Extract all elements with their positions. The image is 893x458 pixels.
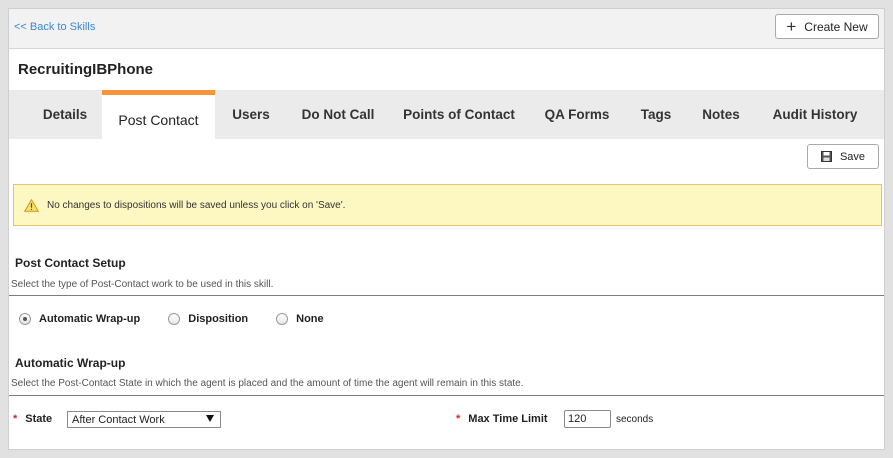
- max-time-input[interactable]: [564, 410, 611, 428]
- radio-button[interactable]: [276, 313, 289, 325]
- state-label: State: [25, 413, 53, 425]
- divider: [9, 295, 884, 296]
- warning-triangle-icon: [24, 198, 39, 212]
- radio-label: Disposition: [188, 313, 249, 325]
- tab-bar: Details Post Contact Users Do Not Call P…: [9, 90, 884, 141]
- tab-qa-forms[interactable]: QA Forms: [537, 90, 617, 139]
- plus-icon: +: [786, 17, 797, 36]
- radio-button[interactable]: [168, 313, 181, 325]
- create-new-button[interactable]: + Create New: [775, 14, 879, 39]
- max-time-field-label: * Max Time Limit: [456, 413, 548, 425]
- save-button[interactable]: Save: [807, 144, 879, 169]
- skill-editor-panel: << Back to Skills + Create New Recruitin…: [8, 8, 885, 450]
- tab-tags[interactable]: Tags: [631, 90, 681, 139]
- max-time-label: Max Time Limit: [468, 413, 548, 425]
- top-bar: << Back to Skills + Create New: [9, 9, 884, 49]
- tab-do-not-call[interactable]: Do Not Call: [291, 90, 385, 139]
- tab-post-contact[interactable]: Post Contact: [102, 90, 215, 141]
- tab-points-of-contact[interactable]: Points of Contact: [395, 90, 523, 139]
- post-contact-type-radio-group: Automatic Wrap-up Disposition None: [19, 313, 344, 325]
- post-contact-setup-description: Select the type of Post-Contact work to …: [11, 279, 274, 290]
- state-select-value: After Contact Work: [72, 413, 165, 426]
- post-contact-setup-heading: Post Contact Setup: [15, 256, 126, 270]
- warning-message: No changes to dispositions will be saved…: [47, 199, 346, 211]
- save-label: Save: [839, 150, 866, 163]
- radio-disposition[interactable]: Disposition: [168, 313, 248, 325]
- radio-none[interactable]: None: [276, 313, 324, 325]
- tab-notes[interactable]: Notes: [693, 90, 749, 139]
- required-marker: *: [13, 413, 18, 425]
- radio-label: Automatic Wrap-up: [39, 313, 141, 325]
- floppy-disk-icon: [820, 151, 832, 162]
- page-title: RecruitingIBPhone: [18, 61, 154, 78]
- create-new-label: Create New: [804, 19, 868, 34]
- tab-users[interactable]: Users: [221, 90, 281, 139]
- back-to-skills-link[interactable]: << Back to Skills: [14, 21, 95, 33]
- divider: [9, 395, 884, 396]
- radio-label: None: [296, 313, 324, 325]
- radio-button-checked[interactable]: [19, 313, 31, 325]
- required-marker: *: [456, 413, 461, 425]
- tab-details[interactable]: Details: [27, 90, 103, 139]
- state-select[interactable]: After Contact Work: [67, 411, 221, 428]
- tab-audit-history[interactable]: Audit History: [761, 90, 869, 139]
- automatic-wrapup-heading: Automatic Wrap-up: [15, 356, 126, 370]
- automatic-wrapup-description: Select the Post-Contact State in which t…: [11, 378, 524, 389]
- dropdown-arrow-icon: [206, 415, 214, 422]
- max-time-unit: seconds: [616, 414, 654, 425]
- state-field-label: * State: [13, 413, 52, 425]
- radio-automatic-wrapup[interactable]: Automatic Wrap-up: [19, 313, 140, 325]
- warning-banner: No changes to dispositions will be saved…: [13, 184, 882, 226]
